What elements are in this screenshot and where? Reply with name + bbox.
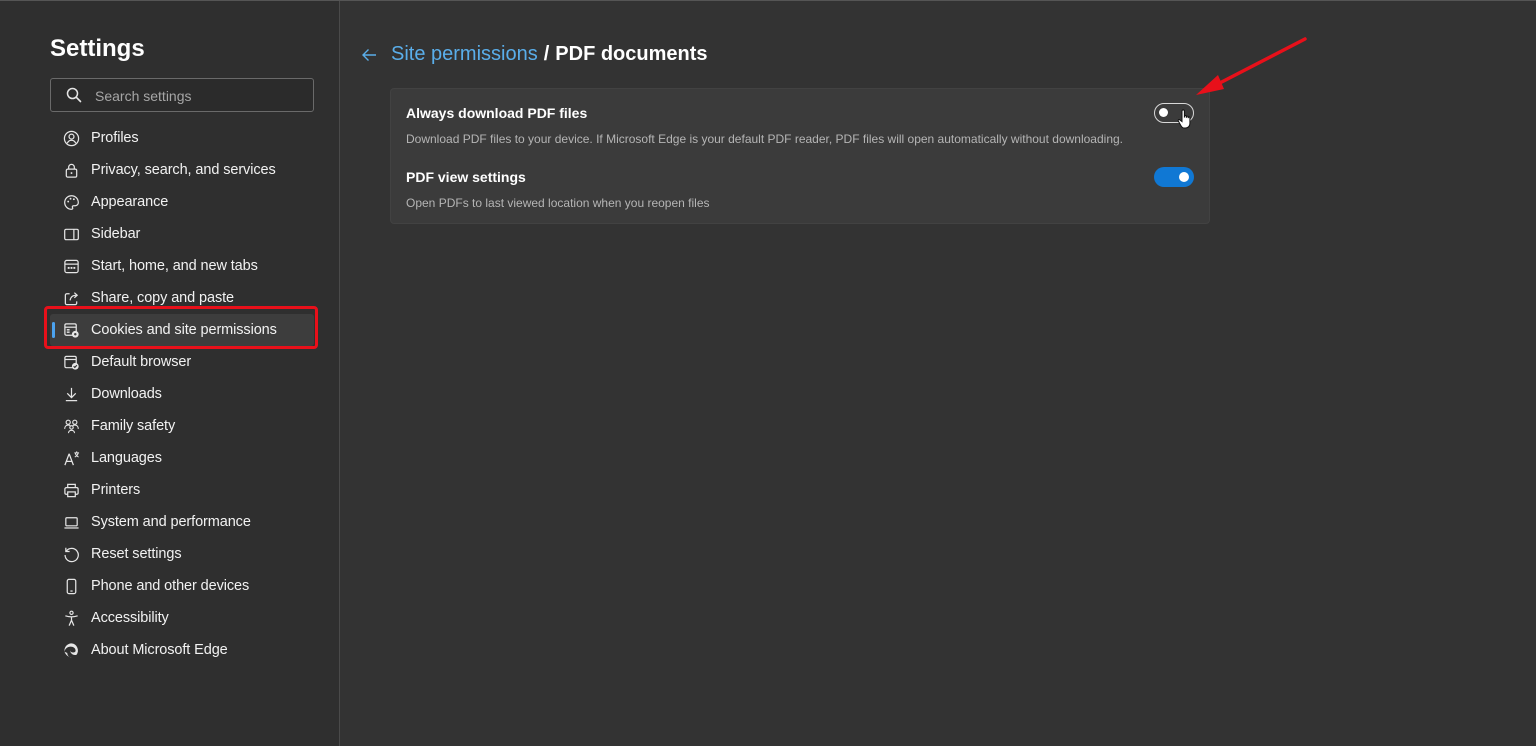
- laptop-icon: [62, 513, 80, 531]
- edge-logo-icon: [62, 641, 80, 659]
- sidebar-item-appearance[interactable]: Appearance: [50, 186, 314, 218]
- settings-window: Settings Profiles Privacy, search, and s…: [0, 0, 1536, 746]
- sidebar-item-system-performance[interactable]: System and performance: [50, 506, 314, 538]
- sidebar-item-label: Start, home, and new tabs: [91, 258, 258, 274]
- setting-row-always-download: Always download PDF files Download PDF f…: [406, 89, 1194, 149]
- sidebar-item-label: Phone and other devices: [91, 578, 250, 594]
- sidebar-item-start-home[interactable]: Start, home, and new tabs: [50, 250, 314, 282]
- pdf-view-settings-toggle[interactable]: [1154, 167, 1194, 187]
- home-tabs-icon: [62, 257, 80, 275]
- sidebar-item-label: Privacy, search, and services: [91, 162, 276, 178]
- sidebar-item-about-edge[interactable]: About Microsoft Edge: [50, 634, 314, 666]
- sidebar-icon: [62, 225, 80, 243]
- sidebar-item-label: Accessibility: [91, 610, 169, 626]
- sidebar-item-share[interactable]: Share, copy and paste: [50, 282, 314, 314]
- lock-icon: [62, 161, 80, 179]
- palette-icon: [62, 193, 80, 211]
- accessibility-icon: [62, 609, 80, 627]
- sidebar-item-family-safety[interactable]: Family safety: [50, 410, 314, 442]
- sidebar-item-downloads[interactable]: Downloads: [50, 378, 314, 410]
- sidebar-item-privacy[interactable]: Privacy, search, and services: [50, 154, 314, 186]
- setting-title: PDF view settings: [406, 169, 526, 185]
- cookies-permissions-icon: [62, 321, 80, 339]
- printer-icon: [62, 481, 80, 499]
- sidebar-item-label: Cookies and site permissions: [91, 322, 277, 338]
- sidebar-item-default-browser[interactable]: Default browser: [50, 346, 314, 378]
- reset-icon: [62, 545, 80, 563]
- search-icon: [66, 87, 82, 103]
- sidebar-item-label: Share, copy and paste: [91, 290, 234, 306]
- setting-description: Download PDF files to your device. If Mi…: [406, 132, 1123, 146]
- back-arrow-icon[interactable]: [359, 45, 379, 65]
- page-title: PDF documents: [555, 43, 708, 65]
- sidebar-item-label: Profiles: [91, 130, 139, 146]
- breadcrumb-separator: /: [543, 43, 550, 65]
- setting-description: Open PDFs to last viewed location when y…: [406, 196, 710, 210]
- sidebar-nav: Profiles Privacy, search, and services A…: [50, 122, 314, 666]
- family-icon: [62, 417, 80, 435]
- breadcrumb: Site permissions / PDF documents: [359, 43, 708, 66]
- sidebar-item-profiles[interactable]: Profiles: [50, 122, 314, 154]
- sidebar-item-reset-settings[interactable]: Reset settings: [50, 538, 314, 570]
- sidebar-item-sidebar[interactable]: Sidebar: [50, 218, 314, 250]
- phone-icon: [62, 577, 80, 595]
- sidebar-item-accessibility[interactable]: Accessibility: [50, 602, 314, 634]
- sidebar-item-label: Languages: [91, 450, 162, 466]
- default-browser-icon: [62, 353, 80, 371]
- profile-icon: [62, 129, 80, 147]
- sidebar-item-cookies-permissions[interactable]: Cookies and site permissions: [50, 314, 314, 346]
- sidebar-item-label: Default browser: [91, 354, 192, 370]
- sidebar-item-printers[interactable]: Printers: [50, 474, 314, 506]
- setting-title: Always download PDF files: [406, 105, 588, 121]
- language-icon: [62, 449, 80, 467]
- settings-title: Settings: [50, 35, 145, 62]
- sidebar-item-label: Downloads: [91, 386, 162, 402]
- toggle-knob: [1159, 108, 1168, 117]
- pdf-settings-card: Always download PDF files Download PDF f…: [390, 88, 1210, 224]
- sidebar-item-label: Appearance: [91, 194, 169, 210]
- setting-row-pdf-view: PDF view settings Open PDFs to last view…: [406, 153, 1194, 213]
- sidebar-item-label: Sidebar: [91, 226, 141, 242]
- breadcrumb-site-permissions-link[interactable]: Site permissions: [391, 43, 538, 66]
- search-box[interactable]: [50, 78, 314, 112]
- sidebar-item-label: Reset settings: [91, 546, 182, 562]
- toggle-knob: [1179, 172, 1189, 182]
- sidebar-item-languages[interactable]: Languages: [50, 442, 314, 474]
- sidebar-item-label: Family safety: [91, 418, 176, 434]
- sidebar-item-label: Printers: [91, 482, 141, 498]
- always-download-pdf-toggle[interactable]: [1154, 103, 1194, 123]
- download-icon: [62, 385, 80, 403]
- sidebar: Settings Profiles Privacy, search, and s…: [0, 1, 340, 746]
- sidebar-item-phone-devices[interactable]: Phone and other devices: [50, 570, 314, 602]
- share-icon: [62, 289, 80, 307]
- main-content: Site permissions / PDF documents Always …: [341, 1, 1536, 746]
- sidebar-item-label: About Microsoft Edge: [91, 642, 228, 658]
- sidebar-item-label: System and performance: [91, 514, 251, 530]
- search-input[interactable]: [95, 85, 305, 107]
